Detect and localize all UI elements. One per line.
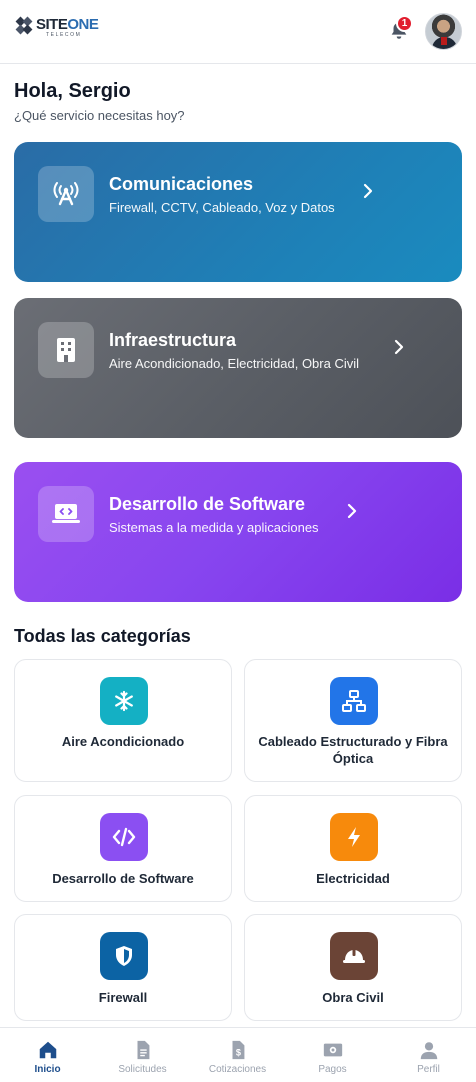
category-label: Desarrollo de Software <box>52 871 194 886</box>
hero-subtitle: Sistemas a la medida y aplicaciones <box>109 520 319 535</box>
hero-title: Desarrollo de Software <box>109 494 306 514</box>
network-icon <box>330 677 378 725</box>
bolt-icon <box>330 813 378 861</box>
antenna-icon <box>38 166 94 222</box>
hero-card-comunicaciones[interactable]: Comunicaciones Firewall, CCTV, Cableado,… <box>14 142 462 282</box>
siteone-logo[interactable]: SITEONE TELECOM <box>15 15 99 38</box>
logo-wordmark: SITEONE <box>36 15 99 33</box>
money-icon <box>323 1043 342 1057</box>
category-label: Electricidad <box>316 871 390 886</box>
notification-badge: 1 <box>396 15 413 32</box>
category-electricidad[interactable]: Electricidad <box>244 795 462 902</box>
logo-mark-icon <box>15 16 34 38</box>
nav-item-perfil[interactable]: Perfil <box>381 1028 476 1082</box>
hero-subtitle: Aire Acondicionado, Electricidad, Obra C… <box>109 356 360 371</box>
logo-tagline: TELECOM <box>46 31 82 38</box>
category-cableado-fibra[interactable]: Cableado Estructurado y Fibra Óptica <box>244 659 462 782</box>
hero-title: Comunicaciones <box>109 174 254 194</box>
building-icon <box>38 322 94 378</box>
category-label: Obra Civil <box>322 990 384 1005</box>
category-label: Firewall <box>98 990 148 1005</box>
chevron-right-icon <box>363 183 373 199</box>
svg-text:$: $ <box>235 1048 240 1058</box>
nav-label: Solicitudes <box>118 1064 167 1075</box>
hero-title: Infraestructura <box>109 330 237 350</box>
hero-card-infraestructura[interactable]: Infraestructura Aire Acondicionado, Elec… <box>14 298 462 438</box>
home-icon <box>39 1041 56 1059</box>
avatar[interactable] <box>425 13 462 50</box>
category-aire-acondicionado[interactable]: Aire Acondicionado <box>14 659 232 782</box>
snowflake-icon <box>100 677 148 725</box>
shield-icon <box>100 932 148 980</box>
nav-item-pagos[interactable]: Pagos <box>285 1028 380 1082</box>
top-bar: SITEONE TELECOM 1 <box>0 0 476 64</box>
chevron-right-icon <box>394 339 404 355</box>
laptop-code-icon <box>38 486 94 542</box>
invoice-dollar-icon: $ <box>232 1040 244 1060</box>
category-label: Cableado Estructurado y Fibra Óptica <box>258 734 448 766</box>
nav-label: Inicio <box>34 1064 61 1075</box>
greeting-title: Hola, Sergio <box>14 80 131 102</box>
hero-subtitle: Firewall, CCTV, Cableado, Voz y Datos <box>109 200 335 215</box>
category-obra-civil[interactable]: Obra Civil <box>244 914 462 1021</box>
category-desarrollo-software[interactable]: Desarrollo de Software <box>14 795 232 902</box>
nav-label: Perfil <box>417 1064 440 1075</box>
hero-card-desarrollo-software[interactable]: Desarrollo de Software Sistemas a la med… <box>14 462 462 602</box>
code-icon <box>100 813 148 861</box>
bottom-navigation: Inicio Solicitudes $ Cotizaciones Pagos … <box>0 1027 476 1082</box>
nav-label: Cotizaciones <box>208 1064 267 1075</box>
user-icon <box>420 1042 437 1060</box>
hard-hat-icon <box>330 932 378 980</box>
chevron-right-icon <box>347 503 357 519</box>
nav-item-solicitudes[interactable]: Solicitudes <box>95 1028 190 1082</box>
greeting-subtitle: ¿Qué servicio necesitas hoy? <box>14 108 185 123</box>
category-firewall[interactable]: Firewall <box>14 914 232 1021</box>
nav-item-cotizaciones[interactable]: $ Cotizaciones <box>190 1028 285 1082</box>
nav-label: Pagos <box>318 1064 347 1075</box>
document-icon <box>137 1040 149 1060</box>
category-label: Aire Acondicionado <box>61 734 185 749</box>
nav-item-inicio[interactable]: Inicio <box>0 1028 95 1082</box>
categories-title: Todas las categorías <box>14 626 191 646</box>
